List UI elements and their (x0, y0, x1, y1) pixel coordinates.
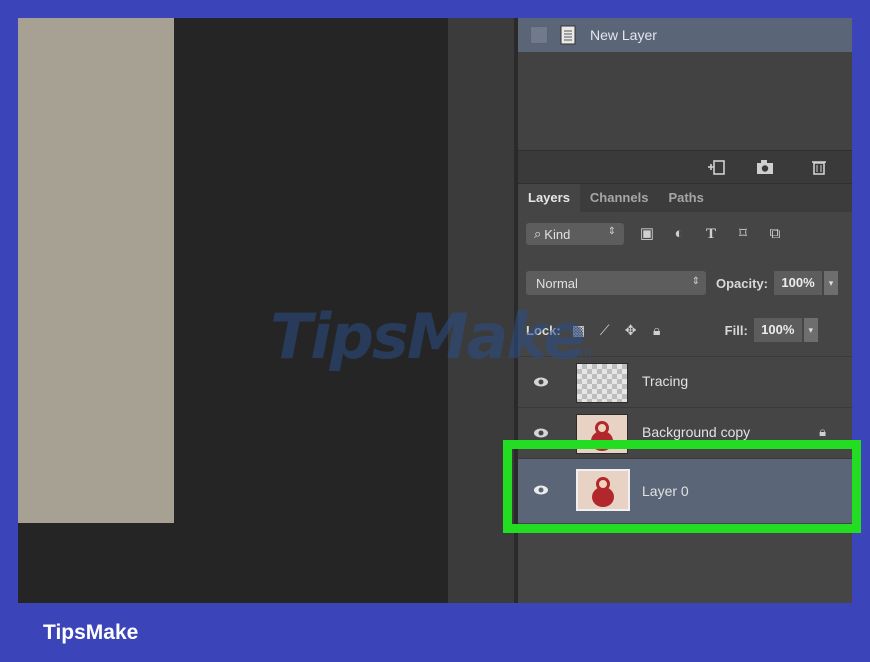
opacity-input[interactable]: 100% (774, 271, 823, 295)
search-icon: ⌕ (534, 226, 542, 241)
layer-name: Background copy (642, 424, 751, 440)
layer-lock-icon: 🔒︎ (819, 424, 826, 439)
shape-filter-icon[interactable]: ⌑ (734, 225, 752, 243)
tab-channels[interactable]: Channels (580, 184, 659, 212)
lock-image-pixels-icon[interactable]: ⟋ (597, 322, 613, 338)
history-toolbar (518, 150, 852, 184)
history-list-area (518, 52, 852, 150)
eye-icon[interactable] (532, 373, 550, 391)
brand-label: TipsMake (43, 621, 139, 644)
smart-object-filter-icon[interactable]: ⧉ (766, 225, 784, 243)
blend-row: Normal ⇕ Opacity: 100% ▾ (518, 268, 852, 298)
layer-filter-row: ⌕ Kind ⇕ ▣ ◐ T ⌑ ⧉ (518, 218, 852, 250)
fill-slider-button[interactable]: ▾ (803, 318, 818, 342)
lock-position-icon[interactable]: ✥ (623, 322, 639, 338)
layers-panel-tabs: Layers Channels Paths (518, 184, 852, 212)
document-icon (560, 25, 576, 45)
opacity-label: Opacity: (716, 275, 769, 291)
adjustment-filter-icon[interactable]: ◐ (670, 225, 688, 243)
watermark-suffix: .com (560, 346, 592, 361)
select-arrows-icon: ⇕ (691, 276, 700, 287)
history-snapshot-checkbox[interactable] (530, 26, 548, 44)
tab-layers[interactable]: Layers (518, 184, 580, 212)
image-filter-icon[interactable]: ▣ (638, 225, 656, 243)
filter-kind-select[interactable]: ⌕ Kind ⇕ (526, 223, 624, 245)
history-state-new-layer[interactable]: New Layer (518, 18, 852, 52)
layer-thumbnail-transparent (576, 363, 628, 403)
tab-paths[interactable]: Paths (658, 184, 713, 212)
fill-label: Fill: (724, 322, 748, 338)
history-state-label: New Layer (590, 27, 657, 43)
camera-icon[interactable] (756, 158, 774, 176)
type-filter-icon[interactable]: T (702, 225, 720, 243)
blend-mode-value: Normal (536, 275, 578, 291)
lock-all-icon[interactable]: 🔒︎ (649, 322, 665, 338)
trash-icon[interactable] (810, 158, 828, 176)
select-arrows-icon: ⇕ (607, 226, 616, 237)
blend-mode-select[interactable]: Normal ⇕ (526, 271, 706, 295)
watermark: TipsMake (270, 300, 585, 373)
new-document-from-state-icon[interactable] (708, 158, 726, 176)
fill-input[interactable]: 100% (753, 318, 802, 342)
highlight-box (503, 440, 861, 533)
layer-name: Tracing (642, 373, 689, 389)
canvas-image (18, 18, 174, 523)
opacity-slider-button[interactable]: ▾ (824, 271, 839, 295)
filter-kind-label: Kind (544, 226, 571, 242)
